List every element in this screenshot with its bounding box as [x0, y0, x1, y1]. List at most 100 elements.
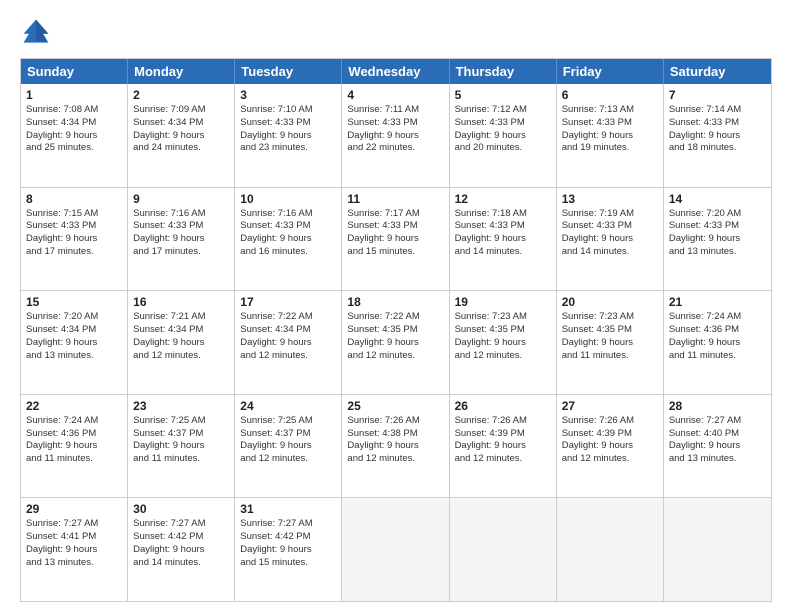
daylight-text-1: Daylight: 9 hours: [669, 130, 766, 143]
sunset-text: Sunset: 4:35 PM: [455, 324, 551, 337]
sunset-text: Sunset: 4:36 PM: [26, 428, 122, 441]
sunset-text: Sunset: 4:36 PM: [669, 324, 766, 337]
day-number: 30: [133, 502, 229, 516]
calendar-cell: 15Sunrise: 7:20 AMSunset: 4:34 PMDayligh…: [21, 291, 128, 394]
daylight-text-2: and 25 minutes.: [26, 142, 122, 155]
daylight-text-2: and 12 minutes.: [347, 350, 443, 363]
calendar-week-3: 15Sunrise: 7:20 AMSunset: 4:34 PMDayligh…: [21, 290, 771, 394]
logo-icon: [20, 16, 52, 48]
day-number: 28: [669, 399, 766, 413]
sunrise-text: Sunrise: 7:26 AM: [347, 415, 443, 428]
daylight-text-2: and 24 minutes.: [133, 142, 229, 155]
daylight-text-1: Daylight: 9 hours: [240, 440, 336, 453]
sunrise-text: Sunrise: 7:18 AM: [455, 208, 551, 221]
day-number: 2: [133, 88, 229, 102]
daylight-text-2: and 14 minutes.: [133, 557, 229, 570]
daylight-text-2: and 12 minutes.: [240, 350, 336, 363]
calendar-cell: 19Sunrise: 7:23 AMSunset: 4:35 PMDayligh…: [450, 291, 557, 394]
daylight-text-2: and 11 minutes.: [133, 453, 229, 466]
daylight-text-1: Daylight: 9 hours: [240, 233, 336, 246]
calendar-cell: 10Sunrise: 7:16 AMSunset: 4:33 PMDayligh…: [235, 188, 342, 291]
calendar-cell: 9Sunrise: 7:16 AMSunset: 4:33 PMDaylight…: [128, 188, 235, 291]
daylight-text-1: Daylight: 9 hours: [26, 337, 122, 350]
day-number: 8: [26, 192, 122, 206]
day-number: 15: [26, 295, 122, 309]
calendar-cell: 25Sunrise: 7:26 AMSunset: 4:38 PMDayligh…: [342, 395, 449, 498]
day-number: 17: [240, 295, 336, 309]
day-header-tuesday: Tuesday: [235, 59, 342, 84]
calendar-cell: 29Sunrise: 7:27 AMSunset: 4:41 PMDayligh…: [21, 498, 128, 601]
sunrise-text: Sunrise: 7:23 AM: [455, 311, 551, 324]
day-number: 4: [347, 88, 443, 102]
sunrise-text: Sunrise: 7:15 AM: [26, 208, 122, 221]
calendar-week-1: 1Sunrise: 7:08 AMSunset: 4:34 PMDaylight…: [21, 84, 771, 187]
calendar-week-5: 29 Sunrise: 7:27 AM Sunset: 4:41 PMDayligh…: [21, 497, 771, 601]
sunset-text: Sunset: 4:33 PM: [347, 220, 443, 233]
calendar-cell: 20Sunrise: 7:23 AMSunset: 4:35 PMDayligh…: [557, 291, 664, 394]
daylight-text-1: Daylight: 9 hours: [240, 337, 336, 350]
sunrise-text: Sunrise: 7:24 AM: [26, 415, 122, 428]
day-header-saturday: Saturday: [664, 59, 771, 84]
daylight-text-1: Daylight: 9 hours: [133, 440, 229, 453]
sunset-text: Sunset: 4:35 PM: [562, 324, 658, 337]
day-number: 6: [562, 88, 658, 102]
daylight-text-1: Daylight: 9 hours: [562, 440, 658, 453]
daylight-text-1: Daylight: 9 hours: [26, 544, 122, 557]
daylight-text-2: and 22 minutes.: [347, 142, 443, 155]
daylight-text-2: and 23 minutes.: [240, 142, 336, 155]
daylight-text-2: and 11 minutes.: [562, 350, 658, 363]
daylight-text-1: Daylight: 9 hours: [347, 337, 443, 350]
sunrise-text: Sunrise: 7:11 AM: [347, 104, 443, 117]
sunset-text: Sunset: 4:38 PM: [347, 428, 443, 441]
day-number: 31: [240, 502, 336, 516]
calendar-cell: 18Sunrise: 7:22 AMSunset: 4:35 PMDayligh…: [342, 291, 449, 394]
sunrise-text: Sunrise: 7:26 AM: [562, 415, 658, 428]
day-number: 1: [26, 88, 122, 102]
calendar-cell: 2Sunrise: 7:09 AMSunset: 4:34 PMDaylight…: [128, 84, 235, 187]
calendar-cell: 21Sunrise: 7:24 AMSunset: 4:36 PMDayligh…: [664, 291, 771, 394]
logo: [20, 16, 56, 48]
sunset-text: Sunset: 4:34 PM: [133, 324, 229, 337]
sunset-text: Sunset: 4:35 PM: [347, 324, 443, 337]
sunset-text: Sunset: 4:33 PM: [455, 117, 551, 130]
calendar: SundayMondayTuesdayWednesdayThursdayFrid…: [20, 58, 772, 602]
day-number: 22: [26, 399, 122, 413]
day-number: 29: [26, 502, 122, 516]
daylight-text-1: Daylight: 9 hours: [240, 130, 336, 143]
sunset-text: Sunset: 4:40 PM: [669, 428, 766, 441]
daylight-text-1: Daylight: 9 hours: [455, 440, 551, 453]
calendar-cell: 14Sunrise: 7:20 AMSunset: 4:33 PMDayligh…: [664, 188, 771, 291]
calendar-cell: 30Sunrise: 7:27 AMSunset: 4:42 PMDayligh…: [128, 498, 235, 601]
calendar-cell: 31Sunrise: 7:27 AMSunset: 4:42 PMDayligh…: [235, 498, 342, 601]
day-header-sunday: Sunday: [21, 59, 128, 84]
daylight-text-2: and 12 minutes.: [133, 350, 229, 363]
daylight-text-1: Daylight: 9 hours: [26, 440, 122, 453]
day-number: 19: [455, 295, 551, 309]
sunset-text: Sunset: 4:41 PM: [26, 531, 122, 544]
day-number: 14: [669, 192, 766, 206]
calendar-cell: 6Sunrise: 7:13 AMSunset: 4:33 PMDaylight…: [557, 84, 664, 187]
day-number: 18: [347, 295, 443, 309]
daylight-text-1: Daylight: 9 hours: [455, 130, 551, 143]
daylight-text-1: Daylight: 9 hours: [347, 233, 443, 246]
calendar-cell: 23Sunrise: 7:25 AMSunset: 4:37 PMDayligh…: [128, 395, 235, 498]
daylight-text-2: and 16 minutes.: [240, 246, 336, 259]
day-number: 7: [669, 88, 766, 102]
calendar-cell: [664, 498, 771, 601]
sunrise-text: Sunrise: 7:17 AM: [347, 208, 443, 221]
sunrise-text: Sunrise: 7:08 AM: [26, 104, 122, 117]
daylight-text-1: Daylight: 9 hours: [669, 233, 766, 246]
sunset-text: Sunset: 4:33 PM: [669, 117, 766, 130]
daylight-text-1: Daylight: 9 hours: [133, 130, 229, 143]
header: [20, 16, 772, 48]
calendar-cell: 7Sunrise: 7:14 AMSunset: 4:33 PMDaylight…: [664, 84, 771, 187]
sunset-text: Sunset: 4:33 PM: [133, 220, 229, 233]
sunrise-text: Sunrise: 7:27 AM: [669, 415, 766, 428]
calendar-cell: [557, 498, 664, 601]
sunset-text: Sunset: 4:37 PM: [133, 428, 229, 441]
calendar-cell: 5Sunrise: 7:12 AMSunset: 4:33 PMDaylight…: [450, 84, 557, 187]
sunrise-text: Sunrise: 7:25 AM: [240, 415, 336, 428]
sunrise-text: Sunrise: 7:27 AM: [133, 518, 229, 531]
sunrise-text: Sunrise: 7:21 AM: [133, 311, 229, 324]
sunset-text: Sunset: 4:33 PM: [562, 220, 658, 233]
